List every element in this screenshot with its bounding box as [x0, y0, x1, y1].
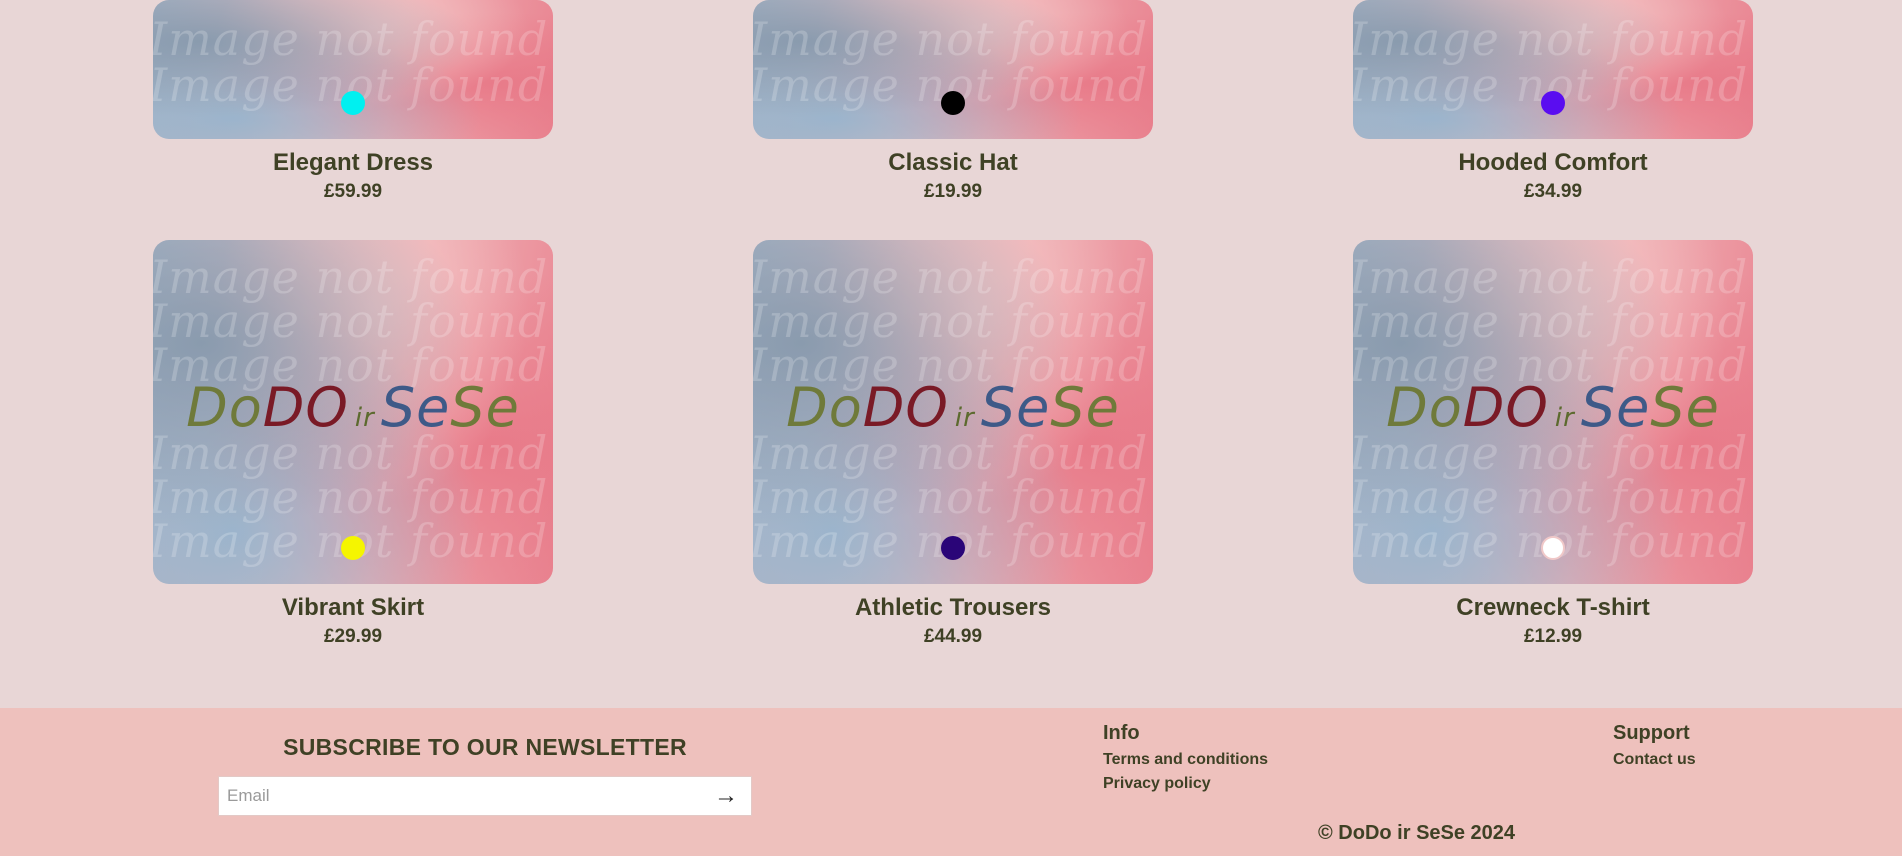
product-price: £34.99 — [1523, 181, 1583, 202]
logo-part: Se — [980, 376, 1051, 439]
product-image[interactable]: Image not found Image not found — [153, 0, 553, 139]
contact-link[interactable]: Contact us — [1613, 751, 1696, 769]
product-image[interactable]: Image not found Image not found — [1353, 0, 1753, 139]
logo-part: Se — [1580, 376, 1651, 439]
product-name[interactable]: Elegant Dress — [153, 149, 553, 177]
product-grid: Image not found Image not found Elegant … — [0, 0, 1902, 708]
product-price: £19.99 — [923, 181, 983, 202]
logo-part: ir — [954, 403, 975, 433]
logo-part: DO — [1462, 376, 1549, 439]
support-heading: Support — [1613, 722, 1690, 744]
color-swatch[interactable] — [941, 91, 965, 115]
logo-part: ir — [354, 403, 375, 433]
product-name[interactable]: Classic Hat — [753, 149, 1153, 177]
logo-part: ir — [1554, 403, 1575, 433]
product-card[interactable]: Image not found Image not found Image no… — [1353, 240, 1753, 648]
product-card[interactable]: Image not found Image not found Classic … — [753, 0, 1153, 203]
product-card[interactable]: Image not found Image not found Hooded C… — [1353, 0, 1753, 203]
copyright: © DoDo ir SeSe 2024 — [1318, 822, 1516, 844]
product-price: £44.99 — [923, 626, 983, 647]
logo-part: Do — [786, 376, 863, 439]
product-card[interactable]: Image not found Image not found Image no… — [153, 240, 553, 648]
logo-part: DO — [862, 376, 949, 439]
arrow-right-icon[interactable]: → — [711, 781, 741, 811]
color-swatch[interactable] — [341, 536, 365, 560]
logo-part: Se — [380, 376, 451, 439]
product-card[interactable]: Image not found Image not found Elegant … — [153, 0, 553, 203]
newsletter-form: → — [218, 776, 752, 816]
product-image[interactable]: Image not found Image not found Image no… — [153, 240, 553, 584]
brand-logo: DoDO ir SeSe — [753, 376, 1153, 439]
logo-part: Se — [1050, 376, 1120, 439]
logo-part: Se — [450, 376, 520, 439]
product-image[interactable]: Image not found Image not found — [753, 0, 1153, 139]
brand-logo: DoDO ir SeSe — [1353, 376, 1753, 439]
color-swatch[interactable] — [941, 536, 965, 560]
color-swatch[interactable] — [1541, 536, 1565, 560]
logo-part: DO — [262, 376, 349, 439]
newsletter-title: SUBSCRIBE TO OUR NEWSLETTER — [283, 734, 687, 760]
product-image[interactable]: Image not found Image not found Image no… — [753, 240, 1153, 584]
product-name[interactable]: Crewneck T-shirt — [1353, 594, 1753, 622]
privacy-link[interactable]: Privacy policy — [1103, 775, 1211, 793]
logo-part: Do — [1386, 376, 1463, 439]
product-price: £59.99 — [323, 181, 383, 202]
info-heading: Info — [1103, 722, 1140, 744]
product-price: £29.99 — [323, 626, 383, 647]
product-name[interactable]: Vibrant Skirt — [153, 594, 553, 622]
product-name[interactable]: Hooded Comfort — [1353, 149, 1753, 177]
logo-part: Se — [1650, 376, 1720, 439]
product-image[interactable]: Image not found Image not found Image no… — [1353, 240, 1753, 584]
product-name[interactable]: Athletic Trousers — [753, 594, 1153, 622]
product-card[interactable]: Image not found Image not found Image no… — [753, 240, 1153, 648]
product-price: £12.99 — [1523, 626, 1583, 647]
brand-logo: DoDO ir SeSe — [153, 376, 553, 439]
email-input[interactable] — [219, 777, 715, 815]
color-swatch[interactable] — [1541, 91, 1565, 115]
logo-part: Do — [186, 376, 263, 439]
terms-link[interactable]: Terms and conditions — [1103, 751, 1268, 769]
color-swatch[interactable] — [341, 91, 365, 115]
site-footer: SUBSCRIBE TO OUR NEWSLETTER → Info Terms… — [0, 708, 1902, 856]
